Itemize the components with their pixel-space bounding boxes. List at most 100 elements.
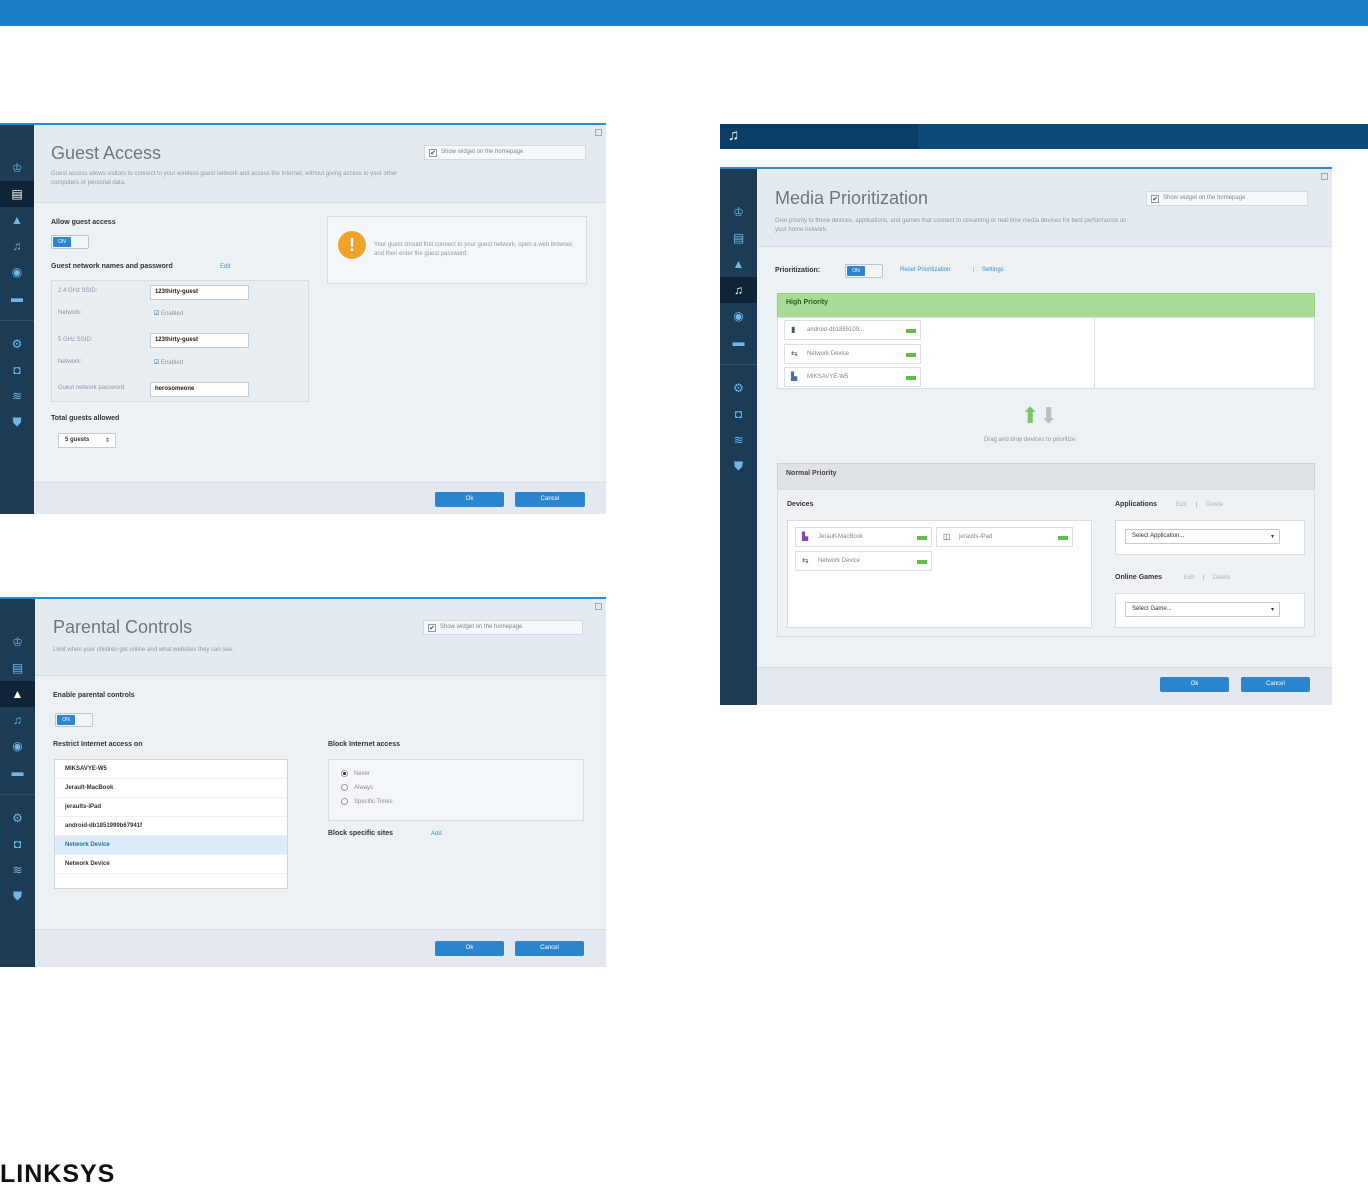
ok-button[interactable]: Ok [1160, 677, 1229, 692]
troubleshooting-icon[interactable]: ◘ [720, 401, 757, 427]
laptop-icon: ▙ [802, 532, 809, 541]
parental-content: Parental Controls Limit when your childr… [35, 599, 606, 967]
ok-button[interactable]: Ok [435, 941, 504, 956]
connectivity-icon[interactable]: ⚙ [0, 805, 35, 831]
show-widget-checkbox[interactable]: ✔ Show widget on the homepage [423, 620, 583, 635]
router-icon[interactable]: ♔ [0, 155, 34, 181]
security-icon[interactable]: ⛊ [720, 453, 757, 479]
wireless-icon[interactable]: ≋ [0, 383, 34, 409]
normal-priority-device[interactable]: ⇆ Network Device [795, 551, 932, 571]
guest-icon[interactable]: ▤ [720, 225, 757, 251]
allow-guest-access-label: Allow guest access [51, 219, 116, 226]
speed-test-icon[interactable]: ◉ [0, 733, 35, 759]
total-guests-label: Total guests allowed [51, 415, 120, 422]
guest-access-window: ♔ ▤ ▲ ♫ ◉ ▬ ⚙ ◘ ≋ ⛊ Guest Access Guest a… [0, 123, 606, 514]
troubleshooting-icon[interactable]: ◘ [0, 831, 35, 857]
link-separator: | [1203, 575, 1205, 581]
external-storage-icon[interactable]: ▬ [0, 285, 34, 311]
guest-icon[interactable]: ▤ [0, 181, 34, 207]
guest-names-edit-link[interactable]: Edit [220, 264, 230, 270]
security-icon[interactable]: ⛊ [0, 883, 35, 909]
maximize-icon[interactable] [595, 129, 602, 136]
parental-controls-toggle[interactable]: ON [55, 713, 93, 727]
router-icon[interactable]: ♔ [720, 199, 757, 225]
speed-test-icon[interactable]: ◉ [720, 303, 757, 329]
device-name: jeraults-iPad [959, 534, 993, 540]
connectivity-icon[interactable]: ⚙ [720, 375, 757, 401]
signal-icon [917, 560, 927, 564]
media-footer: Ok Cancel [757, 667, 1332, 705]
games-delete-link[interactable]: Delete [1213, 575, 1230, 581]
troubleshooting-icon[interactable]: ◘ [0, 357, 34, 383]
ok-button[interactable]: Ok [435, 492, 504, 507]
block-access-label: Block Internet access [328, 741, 400, 748]
parental-controls-icon[interactable]: ▲ [0, 207, 34, 233]
speed-test-icon[interactable]: ◉ [0, 259, 34, 285]
list-item-selected[interactable]: Network Device [55, 836, 287, 855]
show-widget-label: Show widget on the homepage [1163, 195, 1246, 201]
page-title: Parental Controls [53, 617, 193, 637]
media-prioritization-icon[interactable]: ♫ [0, 707, 35, 733]
guest-icon[interactable]: ▤ [0, 655, 35, 681]
list-item[interactable]: MIKSAVYE-W5 [55, 760, 287, 779]
media-prioritization-icon[interactable]: ♫ [0, 233, 34, 259]
prioritization-toggle[interactable]: ON [845, 264, 883, 278]
maximize-icon[interactable] [1321, 173, 1328, 180]
guest-access-toggle[interactable]: ON [51, 235, 89, 249]
normal-priority-device[interactable]: ▙ Jerault-MacBook [795, 527, 932, 547]
wireless-icon[interactable]: ≋ [0, 857, 35, 883]
cancel-button[interactable]: Cancel [1241, 677, 1310, 692]
device-list[interactable]: MIKSAVYE-W5 Jerault-MacBook jeraults-iPa… [54, 759, 288, 889]
external-storage-icon[interactable]: ▬ [0, 759, 35, 785]
block-access-panel: Never Always Specific Times [328, 759, 584, 821]
device-name: Jerault-MacBook [818, 534, 864, 540]
router-icon[interactable]: ♔ [0, 629, 35, 655]
dropdown-arrow-icon: ▾ [1270, 607, 1274, 613]
ssid5-input[interactable]: 123thirty-guest [150, 333, 249, 348]
guest-password-input[interactable]: herosomeone [150, 382, 249, 397]
connectivity-icon[interactable]: ⚙ [0, 331, 34, 357]
column-divider [1094, 318, 1095, 388]
list-item[interactable]: android-db1851999b67941f [55, 817, 287, 836]
checkbox-checked-icon: ☑ [154, 311, 162, 317]
cancel-button[interactable]: Cancel [515, 492, 585, 507]
parental-controls-icon[interactable]: ▲ [720, 251, 757, 277]
external-storage-icon[interactable]: ▬ [720, 329, 757, 355]
drag-hint: Drag and drop devices to prioritize [984, 437, 1076, 443]
normal-priority-device[interactable]: ◫ jeraults-iPad [936, 527, 1073, 547]
high-priority-device[interactable]: ▮ android-db1885109... [784, 320, 921, 340]
applications-delete-link[interactable]: Delete [1206, 502, 1223, 508]
signal-icon [906, 353, 916, 357]
network5-enabled-checkbox[interactable]: ☑ Enabled [154, 359, 183, 366]
applications-edit-link[interactable]: Edit [1176, 502, 1186, 508]
reset-prioritization-link[interactable]: Reset Prioritization [900, 267, 950, 273]
radio-specific-times[interactable]: Specific Times [341, 798, 393, 805]
show-widget-checkbox[interactable]: ✔ Show widget on the homepage [1146, 191, 1308, 206]
maximize-icon[interactable] [595, 603, 602, 610]
list-item[interactable]: Network Device [55, 855, 287, 874]
ssid24-input[interactable]: 123thirty-guest [150, 285, 249, 300]
wireless-icon[interactable]: ≋ [720, 427, 757, 453]
radio-always[interactable]: Always [341, 784, 373, 791]
settings-link[interactable]: Settings [982, 267, 1004, 273]
radio-icon [341, 784, 348, 791]
high-priority-device[interactable]: ⇆ Network Device [784, 344, 921, 364]
applications-box: Select Application... ▾ [1115, 520, 1305, 555]
show-widget-checkbox[interactable]: ✔ Show widget on the homepage [424, 145, 586, 160]
game-select[interactable]: Select Game... ▾ [1125, 602, 1280, 617]
games-edit-link[interactable]: Edit [1184, 575, 1194, 581]
total-guests-select[interactable]: 5 guests ⇕ [58, 433, 116, 448]
network24-enabled-checkbox[interactable]: ☑ Enabled [154, 310, 183, 317]
guest-header: Guest Access Guest access allows visitor… [34, 125, 606, 203]
list-item[interactable]: jeraults-iPad [55, 798, 287, 817]
list-item[interactable]: Jerault-MacBook [55, 779, 287, 798]
high-priority-device[interactable]: ▙ MIKSAVYE-W5 [784, 367, 921, 387]
parental-controls-icon[interactable]: ▲ [0, 681, 35, 707]
security-icon[interactable]: ⛊ [0, 409, 34, 435]
radio-never[interactable]: Never [341, 770, 370, 777]
block-sites-add-link[interactable]: Add [431, 831, 442, 837]
cancel-button[interactable]: Cancel [515, 941, 584, 956]
application-select[interactable]: Select Application... ▾ [1125, 529, 1280, 544]
media-prioritization-icon[interactable]: ♫ [720, 277, 757, 303]
media-prioritization-icon: ♫ [728, 127, 740, 144]
